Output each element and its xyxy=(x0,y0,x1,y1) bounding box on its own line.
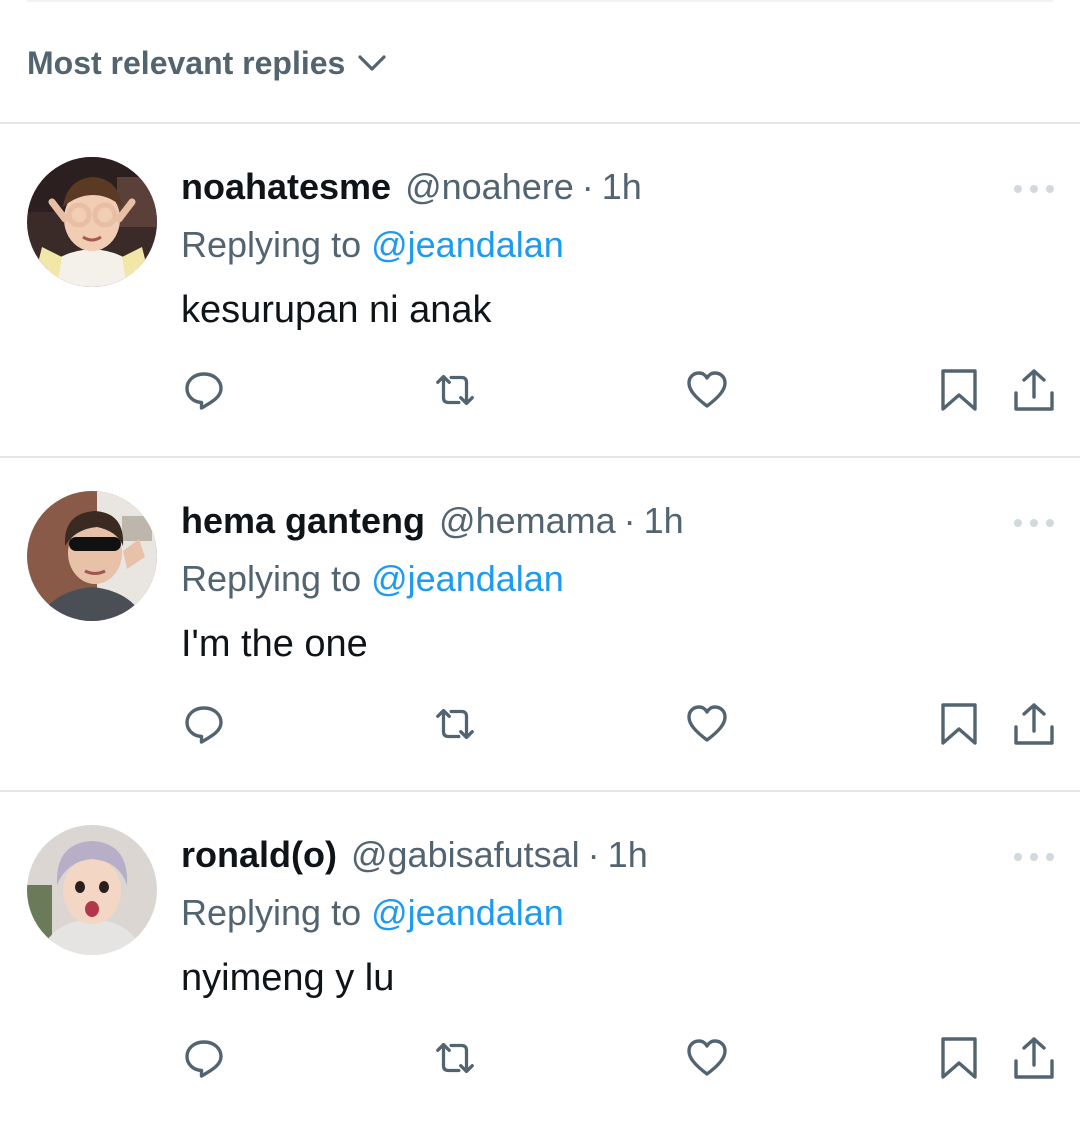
bookmark-icon[interactable] xyxy=(936,701,982,747)
more-options-icon[interactable] xyxy=(1014,176,1054,202)
user-handle[interactable]: @gabisafutsal xyxy=(351,834,580,876)
like-icon[interactable] xyxy=(684,701,730,747)
display-name[interactable]: ronald(o) xyxy=(181,834,337,876)
timestamp[interactable]: 1h xyxy=(644,500,684,542)
replying-to: Replying to @jeandalan xyxy=(181,224,564,266)
share-icon[interactable] xyxy=(1011,701,1057,747)
replying-to: Replying to @jeandalan xyxy=(181,892,564,934)
reply-text: nyimeng y lu xyxy=(181,957,395,999)
share-icon[interactable] xyxy=(1011,1035,1057,1081)
reply-icon[interactable] xyxy=(181,1035,227,1081)
avatar[interactable] xyxy=(27,825,157,955)
bookmark-icon[interactable] xyxy=(936,1035,982,1081)
reply-item[interactable]: ronald(o) @gabisafutsal · 1h Replying to… xyxy=(0,792,1080,1122)
bookmark-icon[interactable] xyxy=(936,367,982,413)
like-icon[interactable] xyxy=(684,1035,730,1081)
replying-label: Replying to xyxy=(181,558,362,599)
timestamp[interactable]: 1h xyxy=(602,166,642,208)
timestamp[interactable]: 1h xyxy=(608,834,648,876)
reply-icon[interactable] xyxy=(181,701,227,747)
user-handle[interactable]: @hemama xyxy=(439,500,616,542)
reply-header: hema ganteng @hemama · 1h xyxy=(181,500,684,548)
share-icon[interactable] xyxy=(1011,367,1057,413)
replying-to-mention[interactable]: @jeandalan xyxy=(371,224,564,265)
sort-replies-dropdown[interactable]: Most relevant replies xyxy=(27,40,387,86)
display-name[interactable]: noahatesme xyxy=(181,166,391,208)
replying-to: Replying to @jeandalan xyxy=(181,558,564,600)
avatar[interactable] xyxy=(27,491,157,621)
replying-to-mention[interactable]: @jeandalan xyxy=(371,892,564,933)
top-divider xyxy=(27,0,1053,2)
avatar[interactable] xyxy=(27,157,157,287)
reply-header: ronald(o) @gabisafutsal · 1h xyxy=(181,834,648,882)
reply-text: I'm the one xyxy=(181,623,368,665)
reply-icon[interactable] xyxy=(181,367,227,413)
replying-to-mention[interactable]: @jeandalan xyxy=(371,558,564,599)
separator: · xyxy=(623,500,636,541)
reply-text: kesurupan ni anak xyxy=(181,289,492,331)
chevron-down-icon xyxy=(357,53,387,73)
replying-label: Replying to xyxy=(181,224,362,265)
separator: · xyxy=(581,166,594,207)
retweet-icon[interactable] xyxy=(432,701,478,747)
reply-item[interactable]: hema ganteng @hemama · 1h Replying to @je… xyxy=(0,458,1080,788)
sort-label: Most relevant replies xyxy=(27,44,346,81)
replying-label: Replying to xyxy=(181,892,362,933)
reply-header: noahatesme @noahere · 1h xyxy=(181,166,642,214)
reply-item[interactable]: noahatesme @noahere · 1h Replying to @jea… xyxy=(0,124,1080,454)
user-handle[interactable]: @noahere xyxy=(405,166,574,208)
like-icon[interactable] xyxy=(684,367,730,413)
display-name[interactable]: hema ganteng xyxy=(181,500,425,542)
retweet-icon[interactable] xyxy=(432,367,478,413)
more-options-icon[interactable] xyxy=(1014,510,1054,536)
separator: · xyxy=(587,834,600,875)
more-options-icon[interactable] xyxy=(1014,844,1054,870)
retweet-icon[interactable] xyxy=(432,1035,478,1081)
